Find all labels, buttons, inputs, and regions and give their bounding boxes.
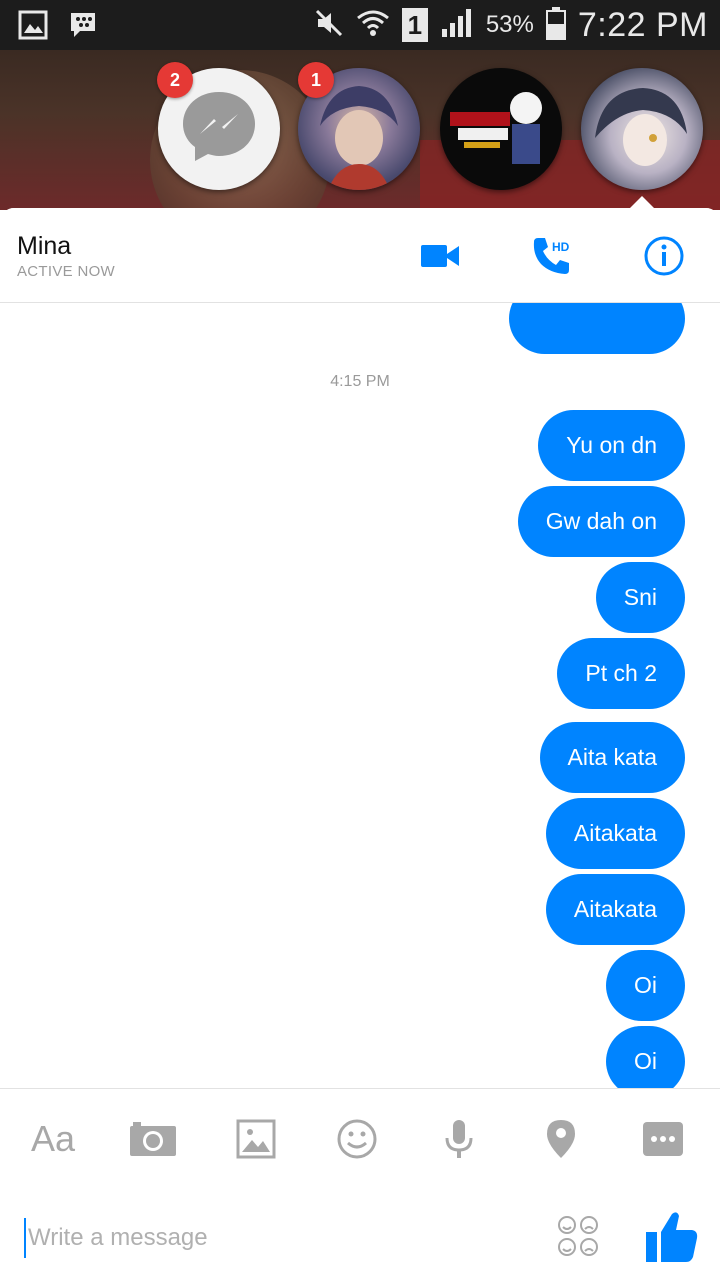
stickers-button[interactable]	[556, 1214, 600, 1258]
clock: 7:22 PM	[577, 5, 708, 44]
message-list[interactable]: 4:15 PM Yu on dn Gw dah on Sni Pt ch 2 A…	[0, 303, 720, 1088]
more-button[interactable]	[639, 1115, 687, 1163]
wifi-icon	[356, 6, 390, 45]
message-bubble[interactable]: Gw dah on	[517, 486, 685, 557]
camera-button[interactable]	[129, 1115, 177, 1163]
conversation-panel: Mina ACTIVE NOW HD 4:15 PM Yu on dn Gw d…	[0, 208, 720, 1280]
camera-icon	[130, 1122, 176, 1156]
bbm-icon	[68, 10, 98, 45]
smiley-icon	[337, 1119, 377, 1159]
location-pin-icon	[547, 1120, 575, 1158]
chat-head-badge: 1	[298, 62, 334, 98]
message-bubble[interactable]: Aitakata	[545, 874, 685, 945]
message-timestamp: 4:15 PM	[330, 373, 390, 390]
active-status: ACTIVE NOW	[17, 263, 116, 280]
voice-call-button[interactable]: HD	[530, 234, 574, 278]
battery-percent: 53%	[485, 11, 534, 38]
info-icon	[644, 236, 684, 276]
chat-header: Mina ACTIVE NOW HD	[0, 208, 720, 303]
battery-icon	[545, 6, 566, 45]
message-bubble-partial	[509, 303, 685, 354]
chat-head-dragon-nest[interactable]	[440, 68, 562, 190]
sticker-faces-icon	[558, 1216, 598, 1256]
gallery-button[interactable]	[232, 1115, 280, 1163]
sim-icon: 1	[401, 8, 428, 42]
more-dots-icon	[643, 1122, 683, 1156]
avatar-image	[450, 92, 542, 164]
image-icon	[236, 1119, 276, 1159]
mute-icon	[314, 8, 344, 43]
message-bubble[interactable]: Aita kata	[539, 722, 685, 793]
like-button[interactable]	[644, 1208, 700, 1264]
message-bubble[interactable]: Oi	[606, 1026, 685, 1088]
avatar-image	[595, 88, 687, 166]
composer-toolbar: Aa	[0, 1088, 720, 1185]
status-bar: 1 53% 7:22 PM	[0, 0, 720, 50]
microphone-icon	[445, 1120, 473, 1158]
text-format-icon: Aa	[30, 1118, 76, 1159]
contact-name[interactable]: Mina	[17, 232, 71, 261]
gallery-icon	[18, 10, 48, 45]
video-camera-icon	[421, 245, 459, 267]
message-bubble[interactable]: Oi	[606, 950, 685, 1021]
text-format-button[interactable]: Aa	[28, 1115, 78, 1163]
location-button[interactable]	[537, 1115, 585, 1163]
info-button[interactable]	[642, 234, 686, 278]
thumbs-up-icon	[646, 1212, 698, 1262]
emoji-button[interactable]	[333, 1115, 381, 1163]
chat-head-mina[interactable]	[581, 68, 703, 190]
message-bubble[interactable]: Yu on dn	[538, 410, 685, 481]
chat-head-badge: 2	[157, 62, 193, 98]
voice-message-button[interactable]	[435, 1115, 483, 1163]
message-bubble[interactable]: Aitakata	[545, 798, 685, 869]
message-input[interactable]	[24, 1218, 528, 1258]
signal-icon	[440, 7, 474, 44]
message-bubble[interactable]: Pt ch 2	[557, 638, 685, 709]
composer	[0, 1184, 720, 1280]
sim-label: 1	[407, 10, 423, 40]
message-bubble[interactable]: Sni	[595, 562, 685, 633]
hd-label: HD	[552, 240, 570, 254]
video-call-button[interactable]	[418, 234, 462, 278]
